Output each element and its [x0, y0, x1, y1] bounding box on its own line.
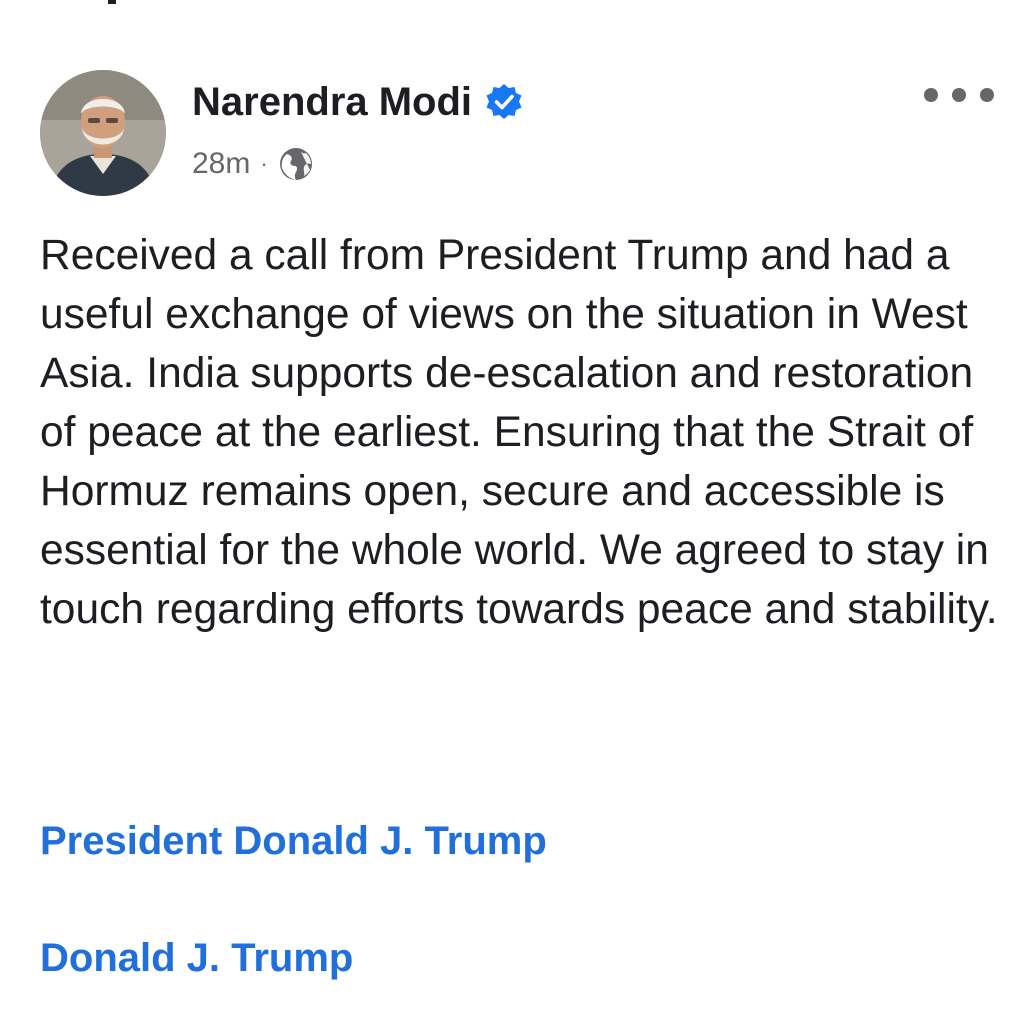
post-meta: 28m ·: [192, 142, 314, 186]
post-text: Received a call from President Trump and…: [40, 232, 998, 633]
author-name[interactable]: Narendra Modi: [192, 78, 472, 126]
meta-separator: ·: [260, 151, 268, 176]
tag-link-donald-j-trump[interactable]: Donald J. Trump: [40, 934, 353, 982]
more-options-button[interactable]: [924, 78, 994, 112]
avatar-photo: [40, 70, 166, 196]
more-dot-icon: [952, 88, 966, 102]
globe-icon[interactable]: [278, 146, 314, 182]
post-timestamp[interactable]: 28m: [192, 147, 250, 181]
verified-badge-icon: [484, 82, 524, 122]
more-dot-icon: [980, 88, 994, 102]
more-dot-icon: [924, 88, 938, 102]
author-avatar[interactable]: [40, 70, 166, 196]
cropped-top-element: [108, 0, 116, 4]
author-name-row[interactable]: Narendra Modi: [192, 78, 524, 126]
tag-link-president-donald-j-trump[interactable]: President Donald J. Trump: [40, 817, 547, 865]
